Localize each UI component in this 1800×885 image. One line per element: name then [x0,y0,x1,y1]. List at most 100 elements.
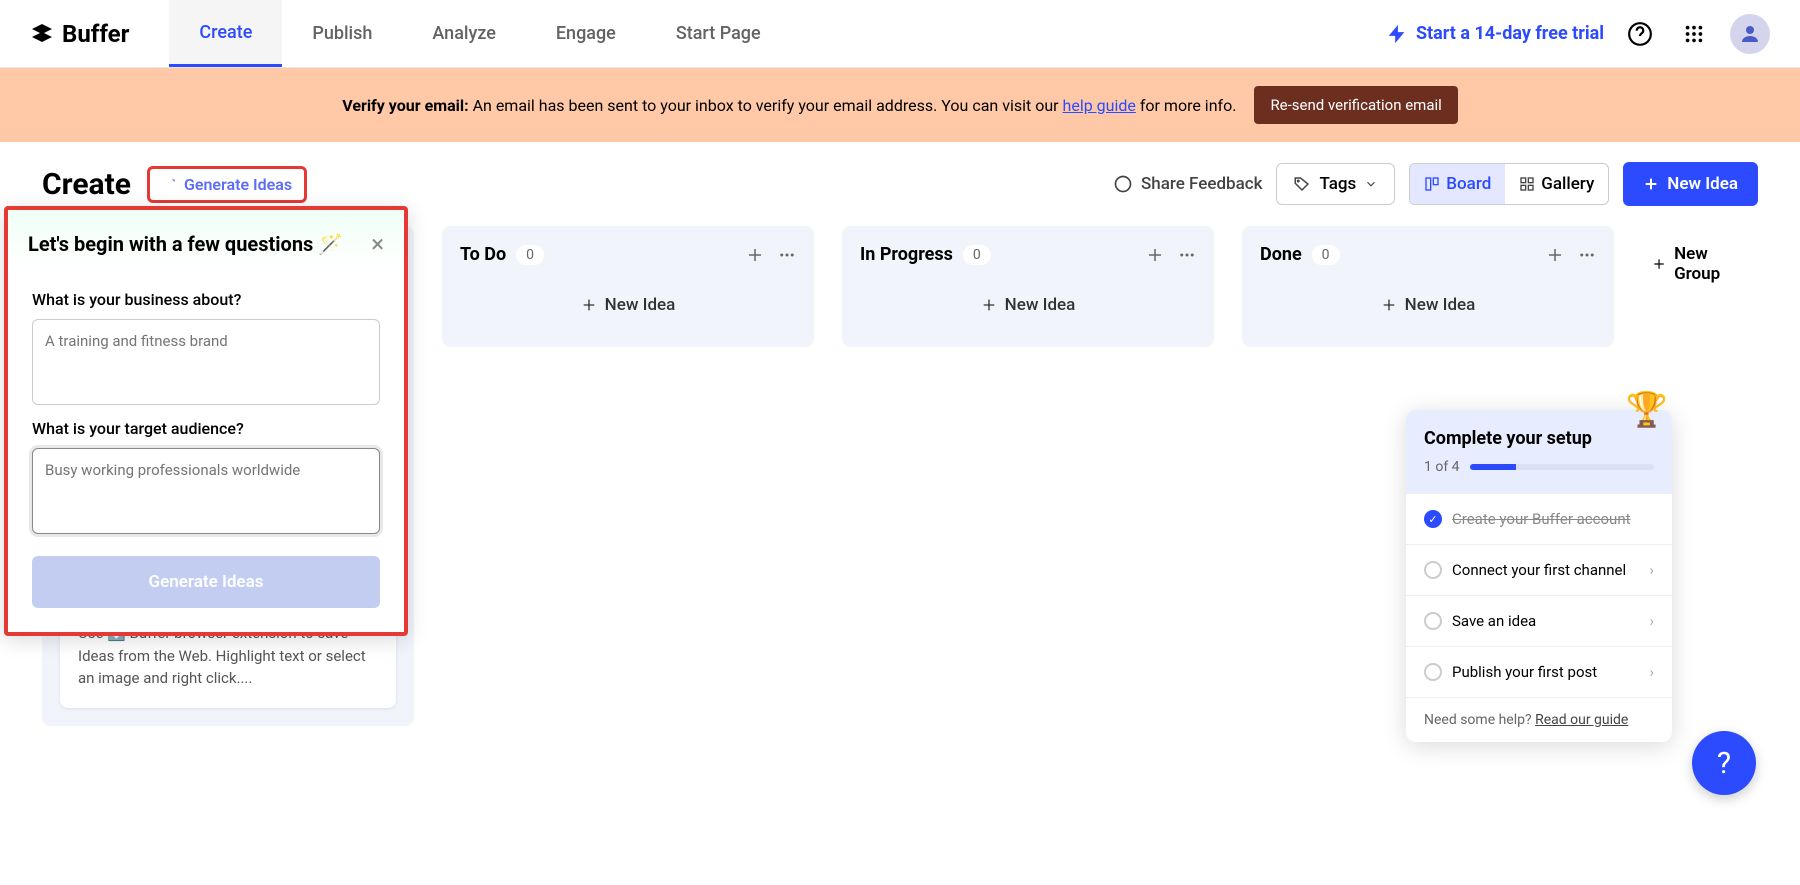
close-icon[interactable]: × [371,230,384,258]
help-icon-button[interactable] [1622,16,1658,52]
generate-ideas-submit[interactable]: Generate Ideas [32,556,380,608]
setup-item-label: Save an idea [1452,612,1536,630]
gallery-view-button[interactable]: Gallery [1505,164,1608,204]
help-circle-icon [1627,21,1653,47]
brand-name: Buffer [62,20,129,48]
nav-tabs: Create Publish Analyze Engage Start Page [169,0,790,67]
banner-text: Verify your email: An email has been sen… [342,96,1236,115]
business-input[interactable] [32,319,380,405]
chevron-down-icon [1364,177,1378,191]
setup-footer: Need some help? Read our guide [1406,697,1672,742]
tab-engage[interactable]: Engage [526,0,646,67]
column-header: In Progress 0 [860,244,1196,265]
board-label: Board [1446,174,1491,194]
help-guide-link[interactable]: help guide [1063,96,1136,115]
gallery-label: Gallery [1541,174,1594,194]
wand-icon [162,176,178,192]
setup-item-create-account[interactable]: ✓ Create your Buffer account [1406,493,1672,544]
banner-msg: An email has been sent to your inbox to … [469,96,1063,115]
setup-item-label: Connect your first channel [1452,561,1626,579]
tab-analyze[interactable]: Analyze [402,0,525,67]
setup-item-label: Publish your first post [1452,663,1597,681]
check-icon [1424,561,1442,579]
column-new-idea[interactable]: New Idea [1260,281,1596,329]
verify-email-banner: Verify your email: An email has been sen… [0,68,1800,142]
column-done: Done 0 New Idea [1242,226,1614,347]
chevron-right-icon: › [1649,663,1654,681]
setup-item-publish-post[interactable]: Publish your first post › [1406,646,1672,697]
new-group-label: New Group [1674,244,1748,284]
new-group-button[interactable]: New Group [1642,226,1758,302]
new-idea-button[interactable]: New Idea [1623,162,1758,206]
col-count: 0 [963,245,991,265]
board-view-button[interactable]: Board [1410,164,1505,204]
column-new-idea[interactable]: New Idea [460,281,796,329]
avatar-icon [1738,22,1762,46]
nav-right: Start a 14-day free trial [1386,14,1770,54]
plus-icon [1643,176,1659,192]
apps-grid-button[interactable] [1676,16,1712,52]
col-title: In Progress [860,244,953,265]
setup-progress-text: 1 of 4 [1424,459,1460,475]
business-question-label: What is your business about? [32,290,380,309]
tab-create[interactable]: Create [169,0,282,67]
read-guide-link[interactable]: Read our guide [1535,712,1628,728]
trophy-icon: 🏆 [1626,390,1668,430]
column-todo: To Do 0 New Idea [442,226,814,347]
new-idea-text: New Idea [1005,295,1076,315]
generate-ideas-panel: Let's begin with a few questions 🪄 × Wha… [4,206,408,636]
setup-item-connect-channel[interactable]: Connect your first channel › [1406,544,1672,595]
new-idea-label: New Idea [1667,174,1738,194]
setup-item-save-idea[interactable]: Save an idea › [1406,595,1672,646]
setup-header: 🏆 Complete your setup 1 of 4 [1406,410,1672,493]
logo[interactable]: Buffer [30,20,129,48]
trial-link[interactable]: Start a 14-day free trial [1386,23,1604,45]
col-count: 0 [516,245,544,265]
col-title: Done [1260,244,1302,265]
page-title: Create [42,167,131,202]
column-new-idea[interactable]: New Idea [860,281,1196,329]
column-header: To Do 0 [460,244,796,265]
plus-icon[interactable] [746,246,764,264]
share-feedback-button[interactable]: Share Feedback [1113,174,1263,194]
audience-question-label: What is your target audience? [32,419,380,438]
toolbar-right: Share Feedback Tags Board Gallery New Id… [1113,162,1758,206]
more-icon[interactable] [1178,246,1196,264]
audience-input[interactable] [32,448,380,534]
view-toggle: Board Gallery [1409,163,1609,205]
gallery-icon [1519,176,1535,192]
banner-bold: Verify your email: [342,96,468,115]
tags-dropdown[interactable]: Tags [1276,163,1395,205]
lightning-icon [1386,23,1408,45]
generate-ideas-button[interactable]: Generate Ideas [147,166,307,203]
grid-icon [1683,23,1705,45]
setup-item-label: Create your Buffer account [1452,510,1631,528]
top-nav: Buffer Create Publish Analyze Engage Sta… [0,0,1800,68]
plus-icon [1652,256,1666,272]
tab-startpage[interactable]: Start Page [646,0,791,67]
plus-icon [581,297,597,313]
share-feedback-label: Share Feedback [1141,174,1263,194]
check-icon [1424,663,1442,681]
plus-icon[interactable] [1146,246,1164,264]
banner-after: for more info. [1136,96,1237,115]
new-idea-text: New Idea [1405,295,1476,315]
buffer-logo-icon [30,22,54,46]
panel-title: Let's begin with a few questions 🪄 [28,232,343,256]
tab-publish[interactable]: Publish [282,0,402,67]
check-icon: ✓ [1424,510,1442,528]
user-avatar[interactable] [1730,14,1770,54]
setup-card: 🏆 Complete your setup 1 of 4 ✓ Create yo… [1406,410,1672,742]
resend-verification-button[interactable]: Re-send verification email [1254,86,1457,124]
help-fab[interactable]: ? [1692,731,1756,795]
help-text: Need some help? [1424,712,1535,728]
setup-title: Complete your setup [1424,428,1654,449]
generate-ideas-label: Generate Ideas [184,175,292,194]
plus-icon[interactable] [1546,246,1564,264]
col-count: 0 [1312,245,1340,265]
more-icon[interactable] [778,246,796,264]
more-icon[interactable] [1578,246,1596,264]
col-title: To Do [460,244,506,265]
chevron-right-icon: › [1649,561,1654,579]
column-inprogress: In Progress 0 New Idea [842,226,1214,347]
